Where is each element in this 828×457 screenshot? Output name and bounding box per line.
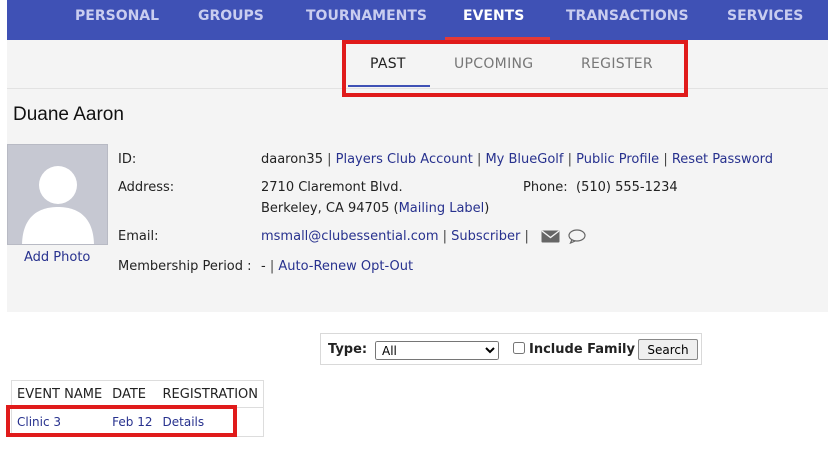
member-id: daaron35 bbox=[261, 152, 323, 167]
event-date-link[interactable]: Feb 12 bbox=[107, 408, 157, 437]
active-subtab-underline bbox=[348, 85, 430, 87]
my-bluegolf-link[interactable]: My BlueGolf bbox=[485, 152, 563, 167]
subscriber-link[interactable]: Subscriber bbox=[451, 229, 520, 244]
address-label: Address: bbox=[118, 180, 175, 195]
envelope-icon[interactable] bbox=[541, 230, 560, 243]
tab-upcoming[interactable]: UPCOMING bbox=[454, 40, 533, 88]
players-club-account-link[interactable]: Players Club Account bbox=[336, 152, 473, 167]
public-profile-link[interactable]: Public Profile bbox=[576, 152, 659, 167]
event-details-link[interactable]: Details bbox=[158, 408, 264, 437]
subtabs-row: PAST UPCOMING REGISTER bbox=[7, 40, 828, 89]
membership-row: - | Auto-Renew Opt-Out bbox=[261, 259, 414, 274]
email-label: Email: bbox=[118, 229, 159, 244]
avatar-silhouette-icon bbox=[22, 166, 94, 244]
email-link[interactable]: msmall@clubessential.com bbox=[261, 229, 439, 244]
address-line-2: Berkeley, CA 94705 (Mailing Label) bbox=[261, 201, 490, 216]
nav-item-events[interactable]: EVENTS bbox=[463, 0, 524, 40]
chat-bubble-icon[interactable] bbox=[568, 229, 586, 245]
nav-item-tournaments[interactable]: TOURNAMENTS bbox=[306, 0, 427, 40]
top-navigation-bar: PERSONAL GROUPS TOURNAMENTS EVENTS TRANS… bbox=[7, 0, 828, 40]
include-family-label: Include Family bbox=[529, 342, 635, 357]
profile-photo-placeholder[interactable] bbox=[7, 144, 108, 245]
event-name-link[interactable]: Clinic 3 bbox=[12, 408, 108, 437]
nav-item-personal[interactable]: PERSONAL bbox=[75, 0, 159, 40]
event-filter-bar: Type: All Include Family Search bbox=[320, 333, 702, 365]
mailing-label-link[interactable]: Mailing Label bbox=[399, 201, 485, 216]
tab-past[interactable]: PAST bbox=[370, 40, 406, 88]
events-table: EVENT NAME DATE REGISTRATION Clinic 3 Fe… bbox=[11, 380, 264, 437]
table-row: Clinic 3 Feb 12 Details bbox=[12, 408, 264, 437]
email-row: msmall@clubessential.com | Subscriber | bbox=[261, 229, 586, 245]
phone-value: (510) 555-1234 bbox=[576, 180, 678, 195]
add-photo-link[interactable]: Add Photo bbox=[24, 250, 90, 265]
member-name: Duane Aaron bbox=[13, 104, 124, 125]
nav-item-transactions[interactable]: TRANSACTIONS bbox=[566, 0, 689, 40]
table-header-row: EVENT NAME DATE REGISTRATION bbox=[11, 380, 264, 408]
member-profile-panel: PAST UPCOMING REGISTER Duane Aaron Add P… bbox=[7, 40, 828, 312]
reset-password-link[interactable]: Reset Password bbox=[672, 152, 773, 167]
phone-label: Phone: bbox=[523, 180, 568, 195]
membership-period-label: Membership Period : bbox=[118, 259, 252, 274]
include-family-checkbox[interactable] bbox=[513, 342, 525, 354]
column-header-event-name: EVENT NAME bbox=[11, 380, 108, 408]
type-select[interactable]: All bbox=[375, 341, 499, 360]
address-line-1: 2710 Claremont Blvd. bbox=[261, 180, 403, 195]
auto-renew-opt-out-link[interactable]: Auto-Renew Opt-Out bbox=[278, 259, 413, 274]
nav-item-services[interactable]: SERVICES bbox=[727, 0, 803, 40]
column-header-registration: REGISTRATION bbox=[157, 380, 264, 408]
nav-item-groups[interactable]: GROUPS bbox=[198, 0, 264, 40]
type-label: Type: bbox=[328, 342, 368, 357]
city-state-zip: Berkeley, CA 94705 bbox=[261, 201, 390, 216]
id-row: daaron35 | Players Club Account | My Blu… bbox=[261, 152, 774, 167]
column-header-date: DATE bbox=[107, 380, 158, 408]
tab-register[interactable]: REGISTER bbox=[581, 40, 653, 88]
membership-period-value: - bbox=[261, 259, 266, 274]
id-label: ID: bbox=[118, 152, 137, 167]
search-button[interactable]: Search bbox=[638, 339, 698, 360]
